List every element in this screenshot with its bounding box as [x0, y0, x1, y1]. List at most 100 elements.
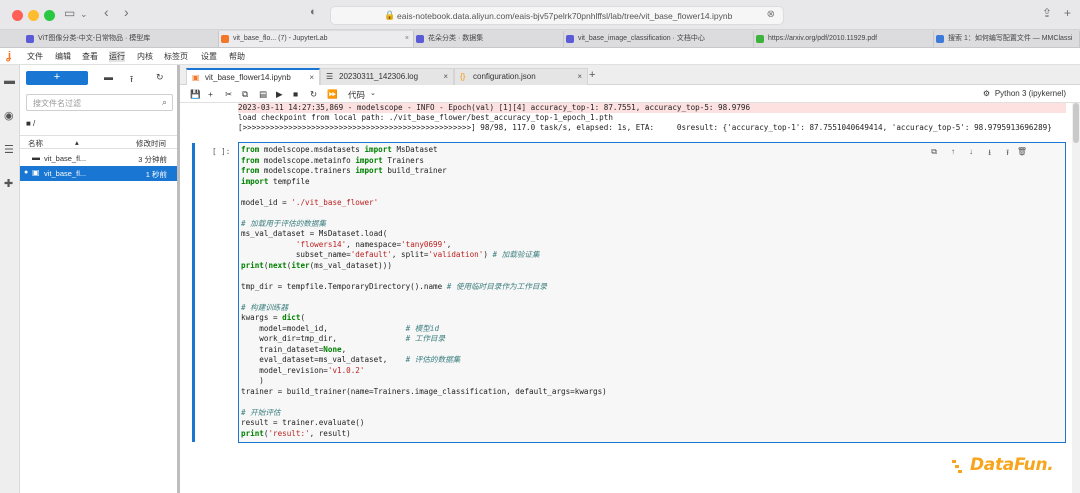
column-modified[interactable]: 修改时间: [136, 138, 166, 149]
code-content[interactable]: from modelscope.msdatasets import MsData…: [241, 145, 607, 439]
file-list-header: 名称 ▴ 修改时间: [20, 135, 177, 149]
extension-icon[interactable]: ✚: [4, 177, 16, 190]
cut-icon[interactable]: ✂: [225, 89, 232, 100]
scrollbar[interactable]: [1072, 103, 1080, 493]
menu-view[interactable]: 查看: [82, 51, 98, 62]
code-cell-editor[interactable]: from modelscope.msdatasets import MsData…: [238, 142, 1066, 443]
code-line: # 构建训练器: [241, 302, 289, 312]
code-line: subset_name='default', split='validation…: [241, 250, 540, 259]
document-tabbar: ▣ vit_base_flower14.ipynb × ☰ 20230311_1…: [180, 65, 1080, 85]
sidebar-toggle-icon[interactable]: ▭: [64, 6, 75, 20]
kernel-name[interactable]: Python 3 (ipykernel): [995, 89, 1066, 98]
duplicate-cell-icon[interactable]: ⧉: [931, 147, 937, 157]
text-file-icon: ☰: [326, 72, 334, 81]
stop-icon[interactable]: ■: [293, 89, 298, 99]
file-name: vit_base_fl...: [44, 154, 87, 163]
menu-file[interactable]: 文件: [27, 51, 43, 62]
menu-settings[interactable]: 设置: [201, 51, 217, 62]
file-modified-time: 3 分钟前: [138, 155, 167, 164]
insert-cell-icon[interactable]: +: [208, 89, 213, 99]
file-row-selected[interactable]: ● ▣ vit_base_fl... 1 秒前: [20, 166, 177, 181]
code-line: tmp_dir = tempfile.TemporaryDirectory().…: [241, 281, 548, 291]
close-icon[interactable]: ×: [309, 70, 314, 86]
code-line: eval_dataset=ms_val_dataset, # 评估的数据集: [241, 355, 461, 364]
table-of-contents-icon[interactable]: ☰: [4, 143, 16, 156]
new-folder-icon[interactable]: ▬: [104, 72, 113, 82]
file-row[interactable]: ▬ vit_base_fl... 3 分钟前: [20, 151, 177, 166]
browser-tab[interactable]: vit_base_image_classification · 文档中心: [564, 31, 754, 47]
save-icon[interactable]: 💾: [190, 89, 201, 100]
delete-cell-icon[interactable]: 🗑: [1017, 147, 1027, 156]
menu-edit[interactable]: 编辑: [55, 51, 71, 62]
doc-tab-label: configuration.json: [473, 72, 536, 81]
forward-icon[interactable]: ›: [124, 4, 129, 20]
refresh-icon[interactable]: ↻: [156, 72, 164, 83]
code-line: print('result:', result): [241, 428, 351, 438]
running-icon[interactable]: ◉: [4, 109, 16, 122]
output-line-stderr: 2023-03-11 14:27:35,869 - modelscope - I…: [238, 103, 1066, 113]
browser-tab-label: vit_base_flo... (7) - JupyterLab: [233, 35, 328, 42]
privacy-shield-icon[interactable]: ◐: [310, 6, 317, 18]
new-tab-icon[interactable]: +: [1064, 6, 1071, 20]
doc-tab-log[interactable]: ☰ 20230311_142306.log ×: [320, 68, 454, 85]
browser-tab-active[interactable]: vit_base_flo... (7) - JupyterLab ×: [219, 31, 414, 47]
add-tab-icon[interactable]: +: [589, 69, 595, 81]
close-icon[interactable]: ×: [577, 69, 582, 85]
maximize-window-button[interactable]: [44, 10, 55, 21]
fast-forward-icon[interactable]: ⏩: [327, 89, 338, 100]
insert-below-icon[interactable]: ⭱: [1006, 147, 1009, 161]
cell-type-select[interactable]: 代码: [348, 89, 365, 101]
browser-tab-label: 搜索 1：如何编写配置文件 — MMClassi: [948, 35, 1073, 42]
move-up-icon[interactable]: ↑: [951, 147, 955, 156]
menu-tabs[interactable]: 标签页: [164, 51, 188, 62]
run-icon[interactable]: ▶: [276, 89, 283, 100]
browser-tabbar: ViT图像分类-中文-日常物品 · 模型库 vit_base_flo... (7…: [0, 30, 1080, 48]
sort-arrow-icon: ▴: [75, 138, 79, 147]
doc-tab-notebook[interactable]: ▣ vit_base_flower14.ipynb ×: [186, 68, 320, 85]
move-down-icon[interactable]: ↓: [969, 147, 973, 156]
file-name: vit_base_fl...: [44, 169, 87, 178]
close-icon[interactable]: ×: [443, 69, 448, 85]
notebook-toolbar: 💾 + ✂ ⧉ ▤ ▶ ■ ↻ ⏩ 代码 ⌄ ⚙ Python 3 (ipyke…: [180, 86, 1080, 103]
copy-icon[interactable]: ⧉: [242, 89, 248, 100]
settings-icon[interactable]: ⚙: [983, 89, 990, 98]
tab-favicon-icon: [416, 35, 424, 43]
jupyter-logo-icon: ʝ: [6, 50, 12, 62]
activity-rail: ▬ ◉ ☰ ✚: [0, 65, 20, 493]
folder-icon[interactable]: ▬: [4, 75, 16, 87]
paste-icon[interactable]: ▤: [259, 89, 267, 100]
menu-run[interactable]: 运行: [109, 51, 125, 62]
share-icon[interactable]: ⇪: [1042, 6, 1052, 20]
code-line: from modelscope.trainers import build_tr…: [241, 166, 447, 175]
column-name[interactable]: 名称: [28, 138, 43, 149]
upload-icon[interactable]: ⭱: [130, 72, 133, 88]
restart-icon[interactable]: ↻: [310, 89, 317, 100]
browser-tab[interactable]: ViT图像分类-中文-日常物品 · 模型库: [24, 31, 219, 47]
file-filter-input[interactable]: 搜文件名过滤 ⌕: [26, 94, 173, 111]
new-launcher-button[interactable]: +: [26, 71, 88, 85]
close-window-button[interactable]: [12, 10, 23, 21]
code-line: from modelscope.metainfo import Trainers: [241, 155, 424, 165]
chevron-down-icon[interactable]: ⌄: [80, 9, 88, 20]
code-line: kwargs = dict(: [241, 313, 306, 322]
menu-kernel[interactable]: 内核: [137, 51, 153, 62]
insert-above-icon[interactable]: ⭳: [988, 147, 991, 161]
menu-help[interactable]: 帮助: [229, 51, 245, 62]
code-line: model_id = './vit_base_flower': [241, 197, 379, 207]
browser-tab[interactable]: https://arxiv.org/pdf/2010.11929.pdf: [754, 31, 934, 47]
doc-tab-json[interactable]: {} configuration.json ×: [454, 68, 588, 85]
back-icon[interactable]: ‹: [104, 4, 109, 20]
browser-tab[interactable]: 搜索 1：如何编写配置文件 — MMClassi: [934, 31, 1080, 47]
datafun-wordmark: DataFun.: [970, 455, 1054, 475]
browser-tab[interactable]: 花朵分类 · 数据集: [414, 31, 564, 47]
address-bar[interactable]: 🔒 eais-notebook.data.aliyun.com/eais-bjv…: [330, 6, 784, 25]
notebook-panel: 2023-03-11 14:27:35,869 - modelscope - I…: [180, 103, 1080, 493]
chevron-down-icon[interactable]: ⌄: [370, 89, 376, 97]
file-browser: + ▬ ⭱ ↻ 搜文件名过滤 ⌕ ■ / 名称 ▴ 修改时间 ▬ vit_bas…: [20, 65, 180, 493]
breadcrumb[interactable]: ■ /: [26, 119, 35, 128]
close-tab-icon[interactable]: ×: [405, 31, 409, 47]
minimize-window-button[interactable]: [28, 10, 39, 21]
clear-url-icon[interactable]: ⊗: [767, 9, 775, 20]
scrollbar-thumb[interactable]: [1073, 103, 1079, 143]
